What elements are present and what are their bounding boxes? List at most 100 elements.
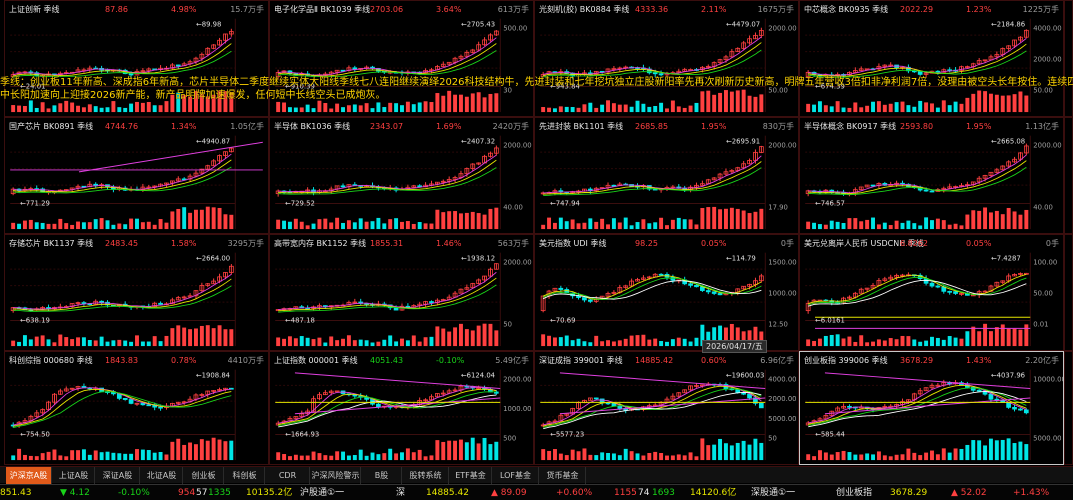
tab-market-10[interactable]: ETF基金 <box>450 467 492 484</box>
volume-bar <box>623 448 628 461</box>
hk-connect-sh[interactable]: 沪股通①一 <box>300 485 344 500</box>
volume-bar <box>140 222 145 230</box>
volume-bar <box>164 222 169 230</box>
candle-body <box>158 302 163 305</box>
chart-panel[interactable]: 100.00 50.00 0.01 ←7.4287 ←6.0161 美元兑离岸人民币 US… <box>799 234 1064 351</box>
volume-bar <box>494 441 499 461</box>
tab-market-11[interactable]: LOF基金 <box>493 467 539 484</box>
candle-body <box>140 402 146 406</box>
volume-bar <box>382 339 387 347</box>
volume-bar <box>588 342 593 347</box>
volume-bar <box>152 105 157 113</box>
volume-bar <box>988 438 993 461</box>
chart-panel[interactable]: 2000.00 40.00 ←2665.08 ←746.57 半导体概念 BK0917 … <box>799 117 1064 234</box>
volume-bar <box>641 219 646 230</box>
volume-bar <box>941 339 946 347</box>
volume-bar <box>299 107 304 113</box>
volume-bar <box>1018 329 1023 347</box>
chart-panel[interactable] <box>1064 117 1073 234</box>
volume-bar <box>441 212 446 230</box>
sz-flat-count: 74 <box>638 488 650 498</box>
volume-bar <box>293 338 298 347</box>
candle-body <box>947 290 953 293</box>
axis-tick-label: 50.00 <box>1033 289 1053 297</box>
volume-bar <box>87 454 92 461</box>
volume-bar <box>959 448 964 461</box>
chart-panel[interactable]: 10000.00 5000.00 ←4037.96 ←585.44 创业板指 39900… <box>799 351 1064 465</box>
tab-market-5[interactable]: 科创板 <box>225 467 265 484</box>
chart-panel[interactable]: 2000.00 40.00 ←2407.32 ←729.52 半导体 BK1036 季线… <box>269 117 534 234</box>
volume-bar <box>817 338 822 347</box>
panel-price: 2022.29 <box>900 5 934 14</box>
moving-average-line <box>543 36 762 75</box>
volume-bar <box>11 222 16 230</box>
panel-change-pct: -0.10% <box>436 356 465 365</box>
moving-average-line <box>278 394 497 428</box>
tab-market-7[interactable]: 沪深风险警示 <box>311 467 361 484</box>
volume-bar <box>912 223 917 230</box>
tab-market-3[interactable]: 北证A股 <box>141 467 183 484</box>
high-marker: ←2184.86 <box>991 21 1025 29</box>
volume-bar <box>70 224 75 230</box>
tab-all-a-shares[interactable]: 沪深京A股 <box>6 467 52 484</box>
volume-bar <box>1012 211 1017 230</box>
volume-bar <box>199 439 204 461</box>
volume-bar <box>394 103 399 113</box>
volume-bar <box>194 328 198 347</box>
chart-panel[interactable]: ←2664.00 ←638.19 存储芯片 BK1137 季线 2483.45 1.58… <box>4 234 269 351</box>
volume-bar <box>117 453 122 461</box>
tab-market-2[interactable]: 深证A股 <box>96 467 140 484</box>
tab-market-6[interactable]: CDR <box>266 467 310 484</box>
candle-body <box>870 184 876 187</box>
volume-bar <box>541 107 546 113</box>
chart-panel[interactable]: 2000.00 50 ←1938.12 ←487.18 高带宽内存 BK1152 季线 1… <box>269 234 534 351</box>
volume-bar <box>276 337 281 347</box>
volume-bar <box>670 100 675 113</box>
tab-market-12[interactable]: 货币基金 <box>540 467 586 484</box>
chart-panel[interactable]: 4000.00 2000.00 5000.00 50 ←19600.03 ←5577.23… <box>534 351 799 465</box>
volume-bar <box>971 210 976 230</box>
hk-connect-sz[interactable]: 深股通①一 <box>751 485 795 500</box>
volume-bar <box>570 340 575 347</box>
high-marker: ←6124.04 <box>461 372 495 380</box>
chart-panel[interactable] <box>1064 234 1073 351</box>
chart-panel[interactable]: 2000.00 1000.00 500 ←6124.04 ←1664.93 上证指数 00… <box>269 351 534 465</box>
chart-panel[interactable]: 2000.00 17.90 ←2695.91 ←747.94 先进封装 BK1101 季… <box>534 117 799 234</box>
volume-bar <box>329 455 334 461</box>
panel-change-pct: 4.98% <box>171 5 197 14</box>
volume-bar <box>882 340 887 347</box>
volume-bar <box>352 455 357 461</box>
panel-header: 上证创新 季线 87.86 4.98% 15.7万手 <box>7 3 266 17</box>
tab-market-1[interactable]: 上证A股 <box>53 467 95 484</box>
chart-panel[interactable]: ←4940.87 ←771.29 国产芯片 BK0891 季线 4744.76 1.34… <box>4 117 269 234</box>
panel-title: 国产芯片 BK0891 季线 <box>9 122 94 131</box>
volume-bar <box>311 339 316 347</box>
moving-average-line <box>808 43 1027 77</box>
volume-bar <box>623 217 628 230</box>
chart-panel[interactable] <box>1064 351 1073 465</box>
volume-bar <box>405 221 410 230</box>
chart-panel[interactable]: 1500.00 1000.00 12.50 ←114.79 ←70.69 美元指数 UDI… <box>534 234 799 351</box>
volume-bar <box>494 330 499 347</box>
volume-bar <box>34 222 39 230</box>
chart-panel[interactable]: ←1908.84 ←754.50 科创综指 000680 季线 1843.83 0.78… <box>4 351 269 465</box>
volume-bar <box>688 219 693 230</box>
volume-bar <box>576 338 581 347</box>
tab-market-9[interactable]: 股转系统 <box>403 467 449 484</box>
volume-bar <box>170 441 175 461</box>
volume-bar <box>582 222 587 230</box>
volume-bar <box>453 440 458 461</box>
volume-bar <box>894 102 899 113</box>
volume-bar <box>423 337 428 347</box>
panel-volume: 613万手 <box>497 5 529 14</box>
tab-market-8[interactable]: B股 <box>362 467 402 484</box>
volume-bar <box>971 440 976 461</box>
volume-bar <box>346 335 351 347</box>
volume-bar <box>918 225 923 230</box>
volume-bar <box>847 336 852 347</box>
volume-bar <box>488 444 493 461</box>
volume-bar <box>146 450 151 461</box>
tab-market-4[interactable]: 创业板 <box>184 467 224 484</box>
low-marker: ←771.29 <box>20 199 50 207</box>
volume-bar <box>76 450 81 461</box>
